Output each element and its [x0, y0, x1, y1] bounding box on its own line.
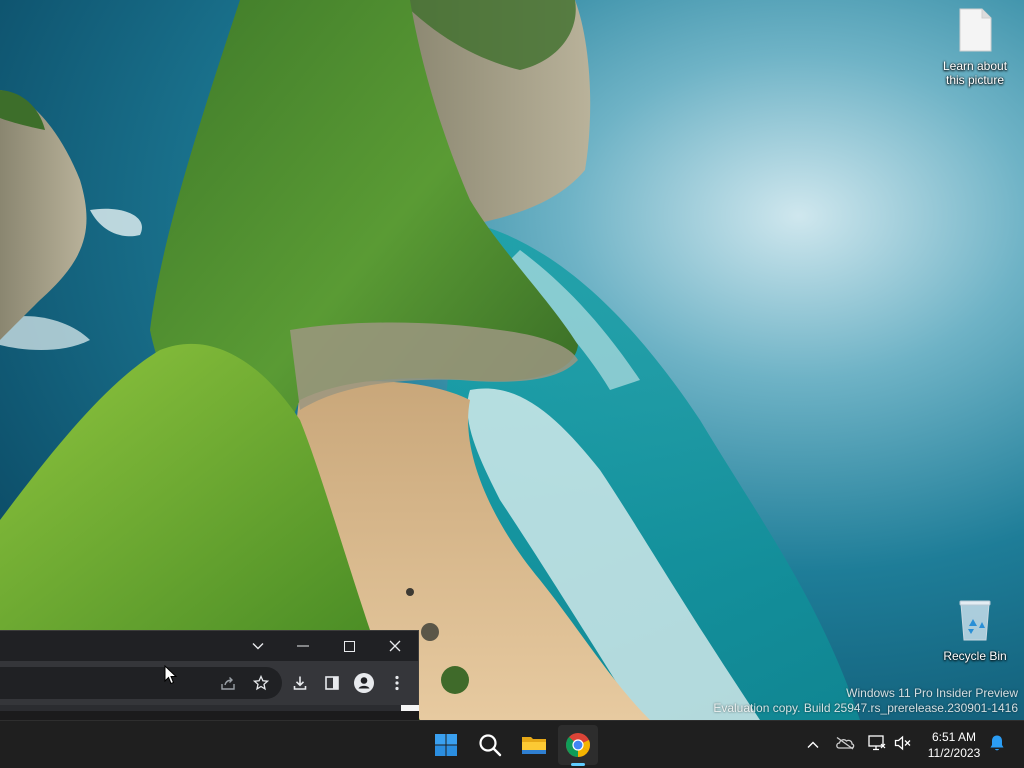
minimize-icon — [297, 645, 309, 647]
side-panel-icon — [324, 675, 340, 691]
file-explorer-icon — [521, 733, 547, 757]
active-app-indicator — [571, 763, 585, 766]
start-button[interactable] — [426, 725, 466, 765]
profile-button[interactable] — [348, 667, 380, 699]
network-tray-button[interactable] — [866, 731, 888, 759]
desktop-icon-learn-about-picture[interactable]: Learn about this picture — [935, 8, 1015, 87]
page-content-strip — [0, 705, 401, 711]
download-button[interactable] — [284, 667, 316, 699]
file-explorer-button[interactable] — [514, 725, 554, 765]
windows-start-icon — [434, 733, 458, 757]
onedrive-tray-button[interactable] — [834, 731, 856, 759]
watermark-build: Evaluation copy. Build 25947.rs_prerelea… — [713, 701, 1018, 715]
side-panel-button[interactable] — [316, 667, 348, 699]
taskbar-clock[interactable]: 6:51 AM 11/2/2023 — [920, 727, 988, 763]
chevron-up-icon — [807, 736, 819, 754]
windows-watermark: Windows 11 Pro Insider Preview Evaluatio… — [713, 686, 1018, 716]
tab-search-button[interactable] — [235, 631, 281, 661]
desktop-icon-label: Recycle Bin — [943, 649, 1007, 663]
close-icon — [389, 640, 401, 652]
chrome-window[interactable] — [0, 630, 419, 721]
chrome-menu-button[interactable] — [381, 667, 413, 699]
desktop-icon-recycle-bin[interactable]: Recycle Bin — [935, 598, 1015, 663]
mouse-cursor-icon — [164, 664, 178, 690]
chrome-taskbar-button[interactable] — [558, 725, 598, 765]
desktop-icon-label: Learn about this picture — [942, 59, 1008, 87]
maximize-icon — [343, 640, 355, 652]
notification-center-button[interactable] — [986, 731, 1008, 759]
share-button[interactable] — [212, 667, 244, 699]
minimize-button[interactable] — [280, 631, 326, 661]
chrome-titlebar[interactable] — [0, 631, 418, 661]
search-icon — [478, 733, 502, 757]
maximize-button[interactable] — [326, 631, 372, 661]
bookmark-button[interactable] — [245, 667, 277, 699]
page-content-edge — [401, 705, 419, 711]
taskbar: 6:51 AM 11/2/2023 — [0, 720, 1024, 768]
chrome-page-content[interactable] — [0, 705, 419, 721]
clock-date: 11/2/2023 — [927, 746, 981, 760]
profile-icon — [353, 672, 375, 694]
chrome-icon — [565, 732, 591, 758]
volume-muted-icon — [894, 735, 912, 756]
volume-tray-button[interactable] — [892, 731, 914, 759]
document-icon — [935, 8, 1015, 55]
download-icon — [292, 675, 308, 691]
close-button[interactable] — [372, 631, 418, 661]
share-icon — [220, 675, 236, 691]
tab-search-icon — [252, 642, 264, 650]
watermark-edition: Windows 11 Pro Insider Preview — [846, 686, 1018, 700]
bookmark-star-icon — [253, 675, 269, 691]
desktop-wallpaper — [0, 0, 1024, 720]
menu-dots-icon — [395, 675, 399, 691]
show-hidden-icons-button[interactable] — [802, 731, 824, 759]
clock-time: 6:51 AM — [931, 730, 977, 744]
onedrive-icon — [835, 736, 855, 755]
notification-bell-icon — [989, 734, 1005, 757]
chrome-toolbar — [0, 661, 418, 705]
recycle-bin-icon — [935, 598, 1015, 645]
network-icon — [868, 734, 886, 756]
taskbar-search-button[interactable] — [470, 725, 510, 765]
